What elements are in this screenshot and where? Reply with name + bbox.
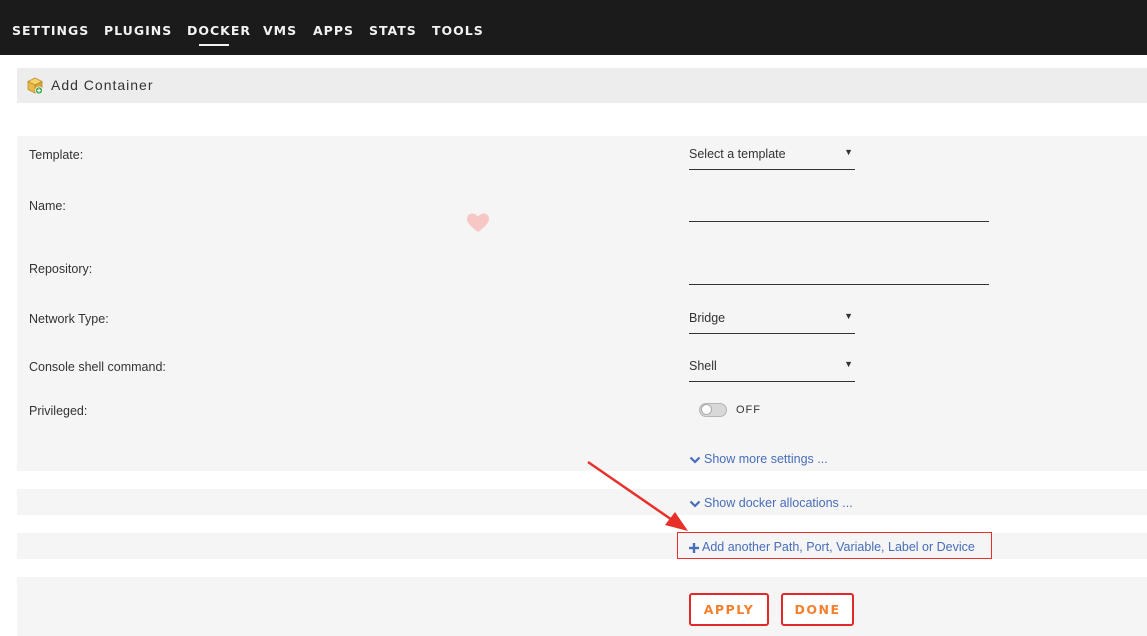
dropdown-arrow-icon: ▼ bbox=[844, 147, 853, 157]
show-docker-allocations-link[interactable]: Show docker allocations ... bbox=[689, 496, 853, 510]
nav-item-plugins[interactable]: PLUGINS bbox=[104, 23, 172, 38]
buttons-panel bbox=[17, 577, 1147, 636]
name-label: Name: bbox=[29, 199, 66, 213]
template-label: Template: bbox=[29, 148, 84, 162]
top-navigation: SETTINGS PLUGINS DOCKER VMS APPS STATS T… bbox=[0, 0, 1147, 55]
active-nav-indicator bbox=[199, 44, 229, 46]
template-select-value: Select a template bbox=[689, 147, 786, 161]
console-shell-label: Console shell command: bbox=[29, 360, 166, 374]
name-input[interactable] bbox=[689, 220, 989, 222]
privileged-toggle[interactable] bbox=[699, 403, 727, 417]
nav-item-tools[interactable]: TOOLS bbox=[432, 23, 484, 38]
settings-panel bbox=[17, 136, 1147, 471]
plus-icon bbox=[689, 542, 699, 553]
console-shell-select[interactable]: Shell ▼ bbox=[689, 359, 855, 382]
nav-item-docker[interactable]: DOCKER bbox=[187, 23, 251, 38]
nav-item-apps[interactable]: APPS bbox=[313, 23, 354, 38]
dropdown-arrow-icon: ▼ bbox=[844, 311, 853, 321]
privileged-state: OFF bbox=[736, 404, 761, 416]
apply-button[interactable]: APPLY bbox=[689, 593, 769, 626]
add-another-link[interactable]: Add another Path, Port, Variable, Label … bbox=[689, 540, 975, 554]
network-type-select[interactable]: Bridge ▼ bbox=[689, 311, 855, 334]
console-shell-value: Shell bbox=[689, 359, 717, 373]
network-type-value: Bridge bbox=[689, 311, 726, 325]
show-more-settings-link[interactable]: Show more settings ... bbox=[689, 452, 828, 466]
add-another-text: Add another Path, Port, Variable, Label … bbox=[702, 540, 975, 554]
toggle-knob bbox=[701, 404, 712, 415]
heart-icon bbox=[467, 213, 489, 232]
nav-item-stats[interactable]: STATS bbox=[369, 23, 417, 38]
page-title: Add Container bbox=[51, 77, 154, 93]
nav-item-vms[interactable]: VMS bbox=[263, 23, 297, 38]
show-more-settings-text: Show more settings ... bbox=[704, 452, 828, 466]
repository-label: Repository: bbox=[29, 262, 93, 276]
show-docker-allocations-text: Show docker allocations ... bbox=[704, 496, 853, 510]
network-type-label: Network Type: bbox=[29, 312, 109, 326]
page-title-bar: Add Container bbox=[17, 68, 1147, 103]
docker-container-icon bbox=[27, 77, 43, 95]
nav-item-settings[interactable]: SETTINGS bbox=[12, 23, 89, 38]
repository-input[interactable] bbox=[689, 283, 989, 285]
template-select[interactable]: Select a template ▼ bbox=[689, 147, 855, 170]
annotation-arrow-icon bbox=[587, 460, 688, 531]
privileged-label: Privileged: bbox=[29, 404, 88, 418]
dropdown-arrow-icon: ▼ bbox=[844, 359, 853, 369]
done-button[interactable]: DONE bbox=[781, 593, 854, 626]
docker-allocations-panel bbox=[17, 489, 1147, 515]
